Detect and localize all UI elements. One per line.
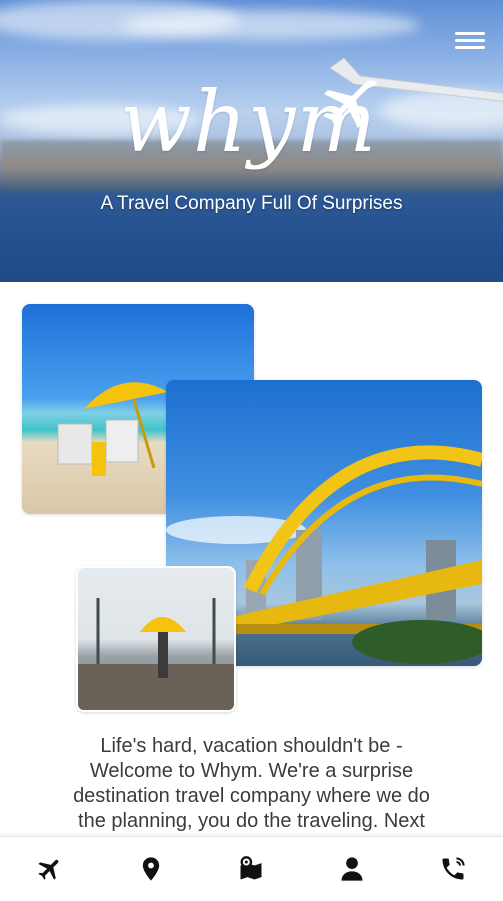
intro-text: Life's hard, vacation shouldn't be - Wel… bbox=[24, 734, 479, 834]
phone-icon bbox=[442, 857, 465, 880]
person-icon bbox=[341, 857, 363, 881]
intro-line: the planning, you do the traveling. Next bbox=[78, 810, 425, 832]
hero-banner: whym A Travel Company Full Of Surprises bbox=[0, 0, 503, 282]
bottom-navigation bbox=[0, 836, 503, 901]
hamburger-menu-icon[interactable] bbox=[455, 28, 485, 54]
map-location-icon bbox=[240, 856, 262, 880]
intro-line: Life's hard, vacation shouldn't be - bbox=[100, 735, 403, 757]
nav-map[interactable] bbox=[221, 841, 281, 897]
nav-trips[interactable] bbox=[20, 841, 80, 897]
logo-plane-icon bbox=[323, 80, 377, 129]
pier-yellow-umbrella-photo bbox=[76, 566, 236, 712]
intro-line: Welcome to Whym. We're a surprise bbox=[89, 760, 414, 782]
nav-contact[interactable] bbox=[423, 841, 483, 897]
tagline: A Travel Company Full Of Surprises bbox=[100, 193, 403, 214]
intro-line: destination travel company where we do bbox=[73, 785, 430, 807]
nav-location[interactable] bbox=[121, 841, 181, 897]
location-pin-icon bbox=[142, 857, 160, 881]
plane-icon bbox=[38, 859, 59, 880]
cloud-decoration bbox=[120, 10, 420, 40]
nav-profile[interactable] bbox=[322, 841, 382, 897]
